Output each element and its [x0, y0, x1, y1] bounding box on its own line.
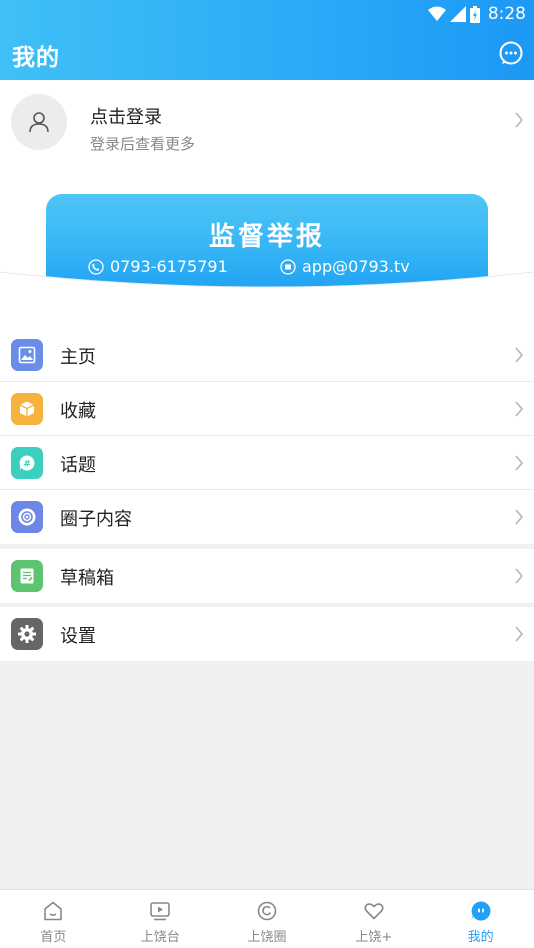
image-icon — [11, 339, 43, 371]
menu-item-label: 主页 — [60, 347, 96, 368]
menu-item-topics[interactable]: # 话题 — [0, 436, 534, 490]
home-icon — [44, 901, 63, 921]
circle-icon — [257, 901, 277, 921]
menu-group-main: 主页 收藏 # 话题 圈子内容 — [0, 328, 534, 544]
chevron-right-icon — [515, 347, 524, 363]
gear-icon — [11, 618, 43, 650]
menu-group-settings: 设置 — [0, 607, 534, 661]
wifi-icon — [427, 6, 446, 21]
draft-icon — [11, 560, 43, 592]
banner-title: 监督举报 — [208, 222, 325, 252]
battery-icon — [469, 5, 480, 23]
bottom-tab-bar: 首页 上饶台 上饶圈 上饶+ 我的 — [0, 889, 534, 948]
login-title[interactable]: 点击登录 — [90, 103, 162, 129]
banner-area: 监督举报 0793-6175791 app@0793.tv — [0, 174, 534, 328]
svg-text:#: # — [23, 460, 31, 470]
chevron-right-icon — [515, 455, 524, 471]
tab-shangrao-tv[interactable]: 上饶台 — [107, 890, 214, 948]
tab-home[interactable]: 首页 — [0, 890, 107, 948]
banner-curve — [0, 271, 534, 302]
menu-item-label: 草稿箱 — [60, 568, 114, 589]
heart-icon — [364, 903, 384, 920]
chevron-right-icon — [515, 401, 524, 417]
chevron-right-icon — [515, 568, 524, 584]
tab-label: 上饶台 — [140, 930, 180, 945]
user-icon — [29, 112, 49, 133]
tab-label: 首页 — [40, 930, 67, 945]
message-icon[interactable] — [498, 40, 524, 66]
menu-item-favorites[interactable]: 收藏 — [0, 382, 534, 436]
menu-item-label: 设置 — [60, 626, 96, 647]
tab-label: 上饶+ — [355, 930, 393, 945]
menu-item-settings[interactable]: 设置 — [0, 607, 534, 661]
box-icon — [11, 393, 43, 425]
hashtag-icon: # — [11, 447, 43, 479]
chevron-right-icon — [515, 509, 524, 525]
chevron-right-icon — [515, 112, 524, 128]
menu-item-label: 圈子内容 — [60, 509, 132, 530]
tab-label: 我的 — [467, 930, 494, 945]
page-title: 我的 — [12, 45, 60, 71]
tv-icon — [150, 902, 170, 921]
login-subtitle: 登录后查看更多 — [90, 135, 196, 153]
menu-item-circle-content[interactable]: 圈子内容 — [0, 490, 534, 544]
tab-shangrao-circle[interactable]: 上饶圈 — [214, 890, 321, 948]
menu-item-homepage[interactable]: 主页 — [0, 328, 534, 382]
menu-item-label: 收藏 — [60, 401, 96, 422]
chevron-right-icon — [515, 626, 524, 642]
circle-icon — [11, 501, 43, 533]
status-bar: 8:28 — [427, 2, 526, 26]
avatar[interactable] — [11, 94, 67, 150]
header: 8:28 我的 — [0, 0, 534, 80]
tab-me[interactable]: 我的 — [427, 890, 534, 948]
menu-item-drafts[interactable]: 草稿箱 — [0, 549, 534, 603]
login-profile-row[interactable]: 点击登录 登录后查看更多 — [0, 80, 534, 174]
tab-label: 上饶圈 — [247, 930, 287, 945]
signal-icon — [449, 6, 466, 22]
clock: 8:28 — [487, 4, 526, 24]
menu-group-drafts: 草稿箱 — [0, 549, 534, 603]
tab-shangrao-plus[interactable]: 上饶+ — [320, 890, 427, 948]
menu-item-label: 话题 — [60, 455, 96, 476]
me-icon — [471, 901, 491, 921]
